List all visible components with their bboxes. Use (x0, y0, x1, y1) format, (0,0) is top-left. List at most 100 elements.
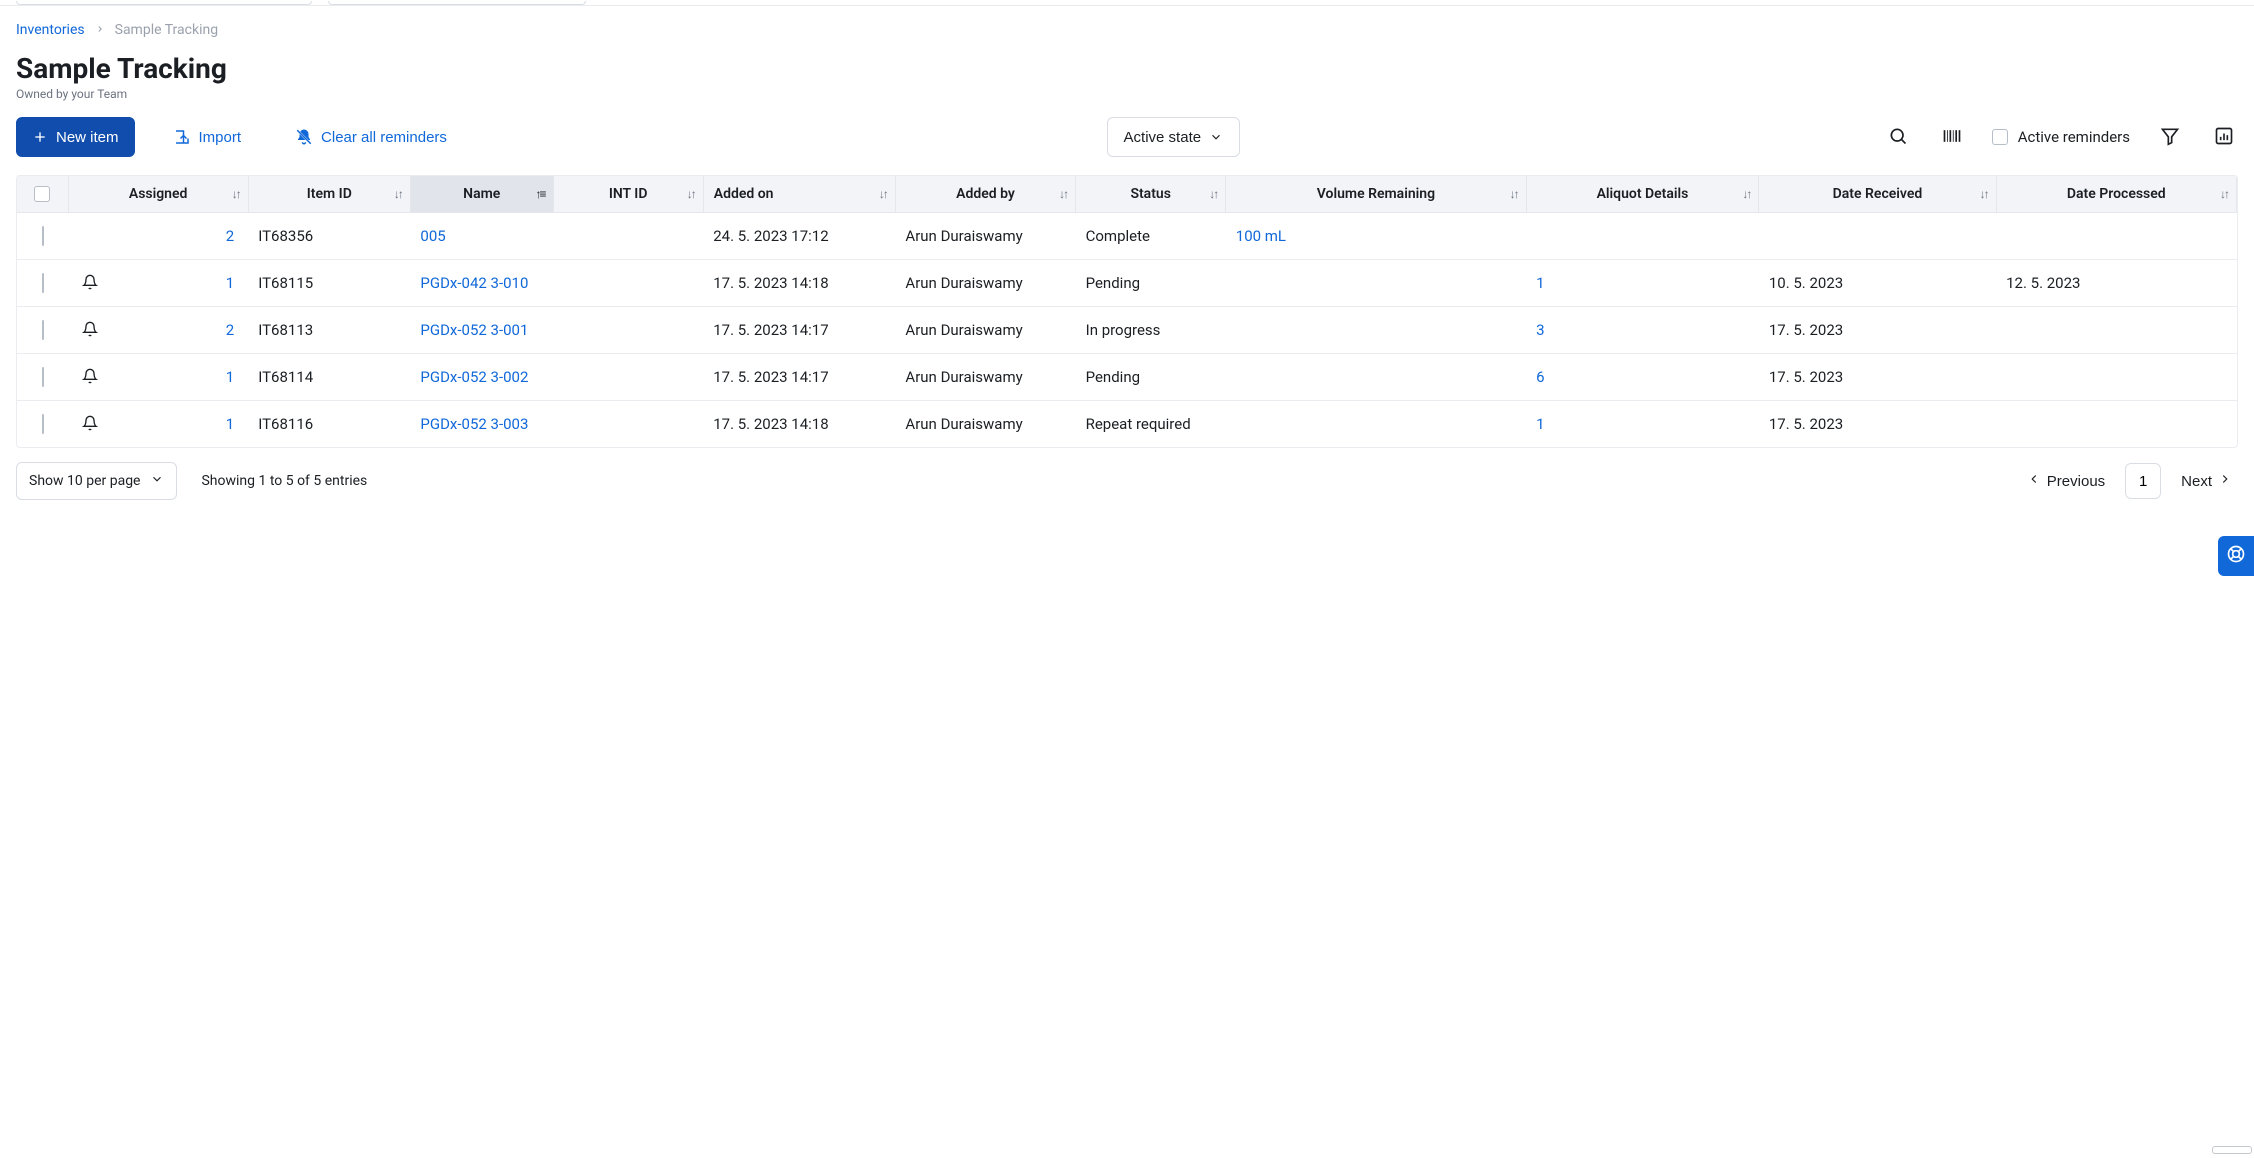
aliquot-link[interactable]: 3 (1536, 321, 1544, 339)
column-added-on[interactable]: Added on↓↑ (703, 176, 895, 213)
cell-int-id (553, 213, 703, 260)
assigned-link[interactable]: 1 (226, 368, 234, 386)
clear-reminders-button[interactable]: Clear all reminders (279, 117, 463, 157)
column-item-id[interactable]: Item ID↓↑ (248, 176, 410, 213)
previous-button[interactable]: Previous (2021, 471, 2111, 491)
table-footer: Show 10 per page Showing 1 to 5 of 5 ent… (0, 448, 2254, 514)
active-reminders-toggle[interactable]: Active reminders (1992, 128, 2130, 146)
column-name[interactable]: Name ↑≡ (410, 176, 553, 213)
cell-added-by: Arun Duraiswamy (895, 401, 1075, 448)
name-link[interactable]: 005 (420, 227, 445, 245)
chart-button[interactable] (2210, 122, 2238, 153)
top-filter-placeholder-2 (328, 1, 586, 5)
entries-summary: Showing 1 to 5 of 5 entries (201, 473, 367, 489)
select-all-checkbox[interactable] (34, 186, 50, 202)
column-select-all[interactable] (17, 176, 68, 213)
bell-icon[interactable] (82, 368, 98, 384)
name-link[interactable]: PGDx-052 3-001 (420, 321, 528, 339)
cell-date-processed (1996, 401, 2236, 448)
per-page-label: Show 10 per page (29, 473, 140, 489)
column-date-received[interactable]: Date Received↓↑ (1759, 176, 1996, 213)
state-filter-dropdown[interactable]: Active state (1107, 117, 1241, 157)
sort-icon: ↓↑ (2220, 187, 2228, 201)
cell-added-by: Arun Duraiswamy (895, 354, 1075, 401)
column-status-label: Status (1130, 186, 1170, 202)
breadcrumb: Inventories Sample Tracking (16, 22, 2238, 38)
chevron-right-icon (95, 22, 105, 38)
state-filter-label: Active state (1124, 129, 1202, 146)
import-button[interactable]: Import (157, 117, 258, 157)
previous-label: Previous (2047, 473, 2105, 490)
column-assigned[interactable]: Assigned↓↑ (68, 176, 248, 213)
volume-link[interactable]: 100 mL (1236, 227, 1286, 245)
chevron-right-icon (2218, 472, 2232, 490)
table-row: 1IT68115PGDx-042 3-01017. 5. 2023 14:18A… (17, 260, 2237, 307)
cell-int-id (553, 401, 703, 448)
bell-icon[interactable] (82, 321, 98, 337)
aliquot-link[interactable]: 6 (1536, 368, 1544, 386)
new-item-label: New item (56, 129, 119, 146)
cell-item-id: IT68114 (248, 354, 410, 401)
column-date-processed[interactable]: Date Processed ↓↑ (1996, 176, 2236, 213)
import-icon (173, 128, 191, 146)
cell-added-by: Arun Duraiswamy (895, 213, 1075, 260)
next-button[interactable]: Next (2175, 471, 2238, 491)
page-input[interactable] (2125, 463, 2161, 499)
cell-int-id (553, 354, 703, 401)
bell-off-icon (295, 128, 313, 146)
aliquot-link[interactable]: 1 (1536, 274, 1544, 292)
column-added-by[interactable]: Added by ↓↑ (895, 176, 1075, 213)
column-name-label: Name (463, 186, 500, 202)
column-volume-remaining-label: Volume Remaining (1317, 186, 1435, 202)
cell-date-processed: 12. 5. 2023 (1996, 260, 2236, 307)
cell-date-received: 17. 5. 2023 (1759, 307, 1996, 354)
chevron-down-icon (1209, 130, 1223, 144)
column-date-processed-label: Date Processed (2067, 186, 2166, 202)
per-page-dropdown[interactable]: Show 10 per page (16, 462, 177, 500)
aliquot-link[interactable]: 1 (1536, 415, 1544, 433)
column-added-by-label: Added by (956, 186, 1015, 202)
assigned-link[interactable]: 2 (226, 227, 234, 245)
table-row: 2IT68113PGDx-052 3-00117. 5. 2023 14:17A… (17, 307, 2237, 354)
table-row: 1IT68116PGDx-052 3-00317. 5. 2023 14:18A… (17, 401, 2237, 448)
name-link[interactable]: PGDx-042 3-010 (420, 274, 528, 292)
barcode-button[interactable] (1938, 122, 1966, 153)
column-volume-remaining[interactable]: Volume Remaining ↓↑ (1226, 176, 1526, 213)
page-subtitle: Owned by your Team (16, 87, 2238, 101)
bell-icon[interactable] (82, 415, 98, 431)
breadcrumb-root[interactable]: Inventories (16, 22, 85, 38)
name-link[interactable]: PGDx-052 3-002 (420, 368, 528, 386)
column-int-id[interactable]: INT ID↓↑ (553, 176, 703, 213)
cell-added-on: 17. 5. 2023 14:17 (703, 307, 895, 354)
cell-date-received (1759, 213, 1996, 260)
scroll-thumb[interactable] (2212, 1146, 2252, 1154)
active-reminders-checkbox[interactable] (1992, 129, 2008, 145)
row-checkbox[interactable] (42, 226, 44, 246)
filter-button[interactable] (2156, 122, 2184, 153)
cell-item-id: IT68356 (248, 213, 410, 260)
assigned-link[interactable]: 1 (226, 415, 234, 433)
help-fab[interactable] (2218, 536, 2254, 576)
sort-icon: ↓↑ (687, 187, 695, 201)
sort-asc-icon: ↑≡ (536, 187, 545, 201)
cell-status: Pending (1076, 354, 1226, 401)
sort-icon: ↓↑ (1059, 187, 1067, 201)
row-checkbox[interactable] (42, 367, 44, 387)
search-button[interactable] (1884, 122, 1912, 153)
column-status[interactable]: Status↓↑ (1076, 176, 1226, 213)
assigned-link[interactable]: 1 (226, 274, 234, 292)
assigned-link[interactable]: 2 (226, 321, 234, 339)
row-checkbox[interactable] (42, 273, 44, 293)
new-item-button[interactable]: New item (16, 117, 135, 157)
row-checkbox[interactable] (42, 320, 44, 340)
sort-icon: ↓↑ (1510, 187, 1518, 201)
name-link[interactable]: PGDx-052 3-003 (420, 415, 528, 433)
row-checkbox[interactable] (42, 414, 44, 434)
cell-int-id (553, 307, 703, 354)
cell-status: Pending (1076, 260, 1226, 307)
horizontal-scrollbar[interactable] (0, 1144, 2254, 1158)
column-aliquot-details[interactable]: Aliquot Details↓↑ (1526, 176, 1759, 213)
data-table: Assigned↓↑ Item ID↓↑ Name ↑≡ INT ID↓↑ Add… (16, 175, 2238, 448)
bell-icon[interactable] (82, 274, 98, 290)
cell-date-processed (1996, 213, 2236, 260)
